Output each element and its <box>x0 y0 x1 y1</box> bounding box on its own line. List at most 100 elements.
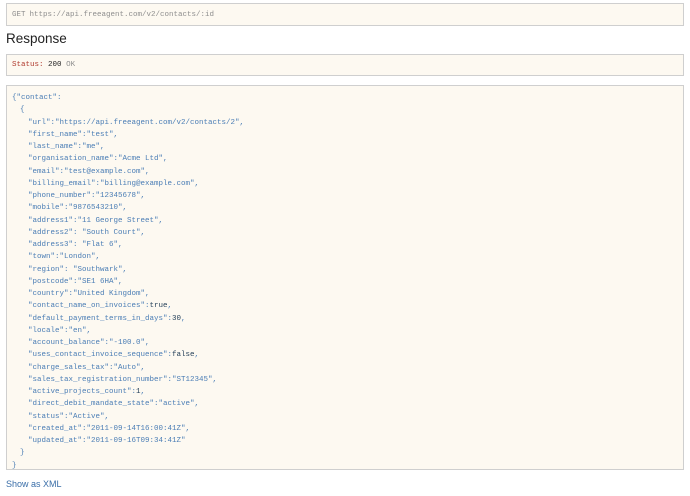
json-comma: , <box>140 192 146 200</box>
json-field-line: "updated_at":"2011-09-16T09:34:41Z" <box>12 435 244 447</box>
json-field-line: "postcode":"SE1 6HA", <box>12 276 244 288</box>
json-value: "2011-09-16T09:34:41Z" <box>86 437 186 445</box>
json-field-line: "address2": "South Court", <box>12 227 244 239</box>
json-key: "organisation_name": <box>28 155 119 164</box>
json-value: "South Court" <box>82 228 141 237</box>
json-value: "9876543210" <box>68 204 123 213</box>
json-field-line: "email":"test@example.com", <box>12 166 244 178</box>
json-value: "https://api.freeagent.com/v2/contacts/2… <box>55 118 240 127</box>
json-comma: , <box>122 265 128 274</box>
json-field-line: "region": "Southwark", <box>12 264 244 276</box>
json-key: "region": <box>28 265 74 274</box>
json-open-brace: { <box>20 106 25 115</box>
json-value: "11 George Street" <box>77 216 159 225</box>
json-field-line: "active_projects_count":1, <box>12 386 244 398</box>
json-field-line: "created_at":"2011-09-14T16:00:41Z", <box>12 423 244 435</box>
json-comma: , <box>118 277 123 286</box>
json-key: "sales_tax_registration_number": <box>28 375 173 384</box>
json-comma: , <box>239 118 245 127</box>
json-key: "mobile": <box>28 204 69 213</box>
json-comma: , <box>194 351 200 360</box>
json-value: "test" <box>86 130 114 139</box>
json-value: "Southwark" <box>73 265 123 274</box>
json-field-line: "organisation_name":"Acme Ltd", <box>12 153 244 165</box>
json-field-line: "url":"https://api.freeagent.com/v2/cont… <box>12 117 244 129</box>
json-key: "email": <box>28 167 65 176</box>
json-key: "direct_debit_mandate_state": <box>28 400 159 409</box>
json-field-line: "billing_email":"billing@example.com", <box>12 178 244 190</box>
json-value: "London" <box>59 253 96 262</box>
status-code: 200 <box>48 61 62 69</box>
json-field-line: "uses_contact_invoice_sequence":false, <box>12 349 244 361</box>
json-key: "locale": <box>28 326 69 335</box>
json-field-line: "town":"London", <box>12 251 244 263</box>
json-key: "contact_name_on_invoices": <box>28 302 150 311</box>
json-key: "charge_sales_tax": <box>28 363 114 372</box>
json-value: true <box>149 302 168 311</box>
json-comma: , <box>158 216 164 225</box>
status-label: Status: <box>12 61 44 69</box>
json-comma: , <box>104 412 110 421</box>
json-comma: , <box>194 400 200 409</box>
json-key: "status": <box>28 412 69 421</box>
json-comma: , <box>185 424 191 433</box>
json-comma: , <box>167 302 173 311</box>
json-key: "account_balance": <box>28 339 110 347</box>
json-comma: , <box>122 204 128 213</box>
json-value: "2011-09-14T16:00:41Z" <box>86 424 186 433</box>
json-comma: , <box>145 167 150 176</box>
json-comma: , <box>118 241 123 249</box>
json-comma: , <box>140 363 146 372</box>
json-comma: , <box>100 143 105 151</box>
json-key: "first_name": <box>28 130 87 139</box>
json-field-line: "phone_number":"12345678", <box>12 190 244 202</box>
json-field-line: "mobile":"9876543210", <box>12 202 244 214</box>
json-comma: , <box>194 179 200 188</box>
json-field-line: "account_balance":"-100.0", <box>12 337 244 349</box>
json-field-line: "last_name":"me", <box>12 141 244 153</box>
json-value: 30 <box>172 314 182 323</box>
json-value: "Active" <box>68 412 105 421</box>
request-line: GET https://api.freeagent.com/v2/contacts… <box>12 11 214 19</box>
json-comma: , <box>181 314 186 323</box>
json-field-line: "charge_sales_tax":"Auto", <box>12 362 244 374</box>
status-line: Status: 200 OK <box>12 61 75 69</box>
json-comma: , <box>113 130 119 139</box>
json-comma: , <box>145 339 150 347</box>
json-key: "address1": <box>28 216 78 225</box>
json-key: "address2": <box>28 228 83 237</box>
json-value: "test@example.com" <box>64 167 146 176</box>
json-body: {"contact": { "url":"https://api.freeage… <box>12 92 244 472</box>
json-field-line: "default_payment_terms_in_days":30, <box>12 313 244 325</box>
request-method: GET <box>12 11 26 19</box>
json-value: "Flat 6" <box>82 241 119 249</box>
json-value: "en" <box>68 326 87 335</box>
status-text: OK <box>66 61 76 69</box>
json-key: "default_payment_terms_in_days": <box>28 314 173 323</box>
json-key: "address3": <box>28 241 83 249</box>
json-value: "active" <box>158 400 195 409</box>
json-key: "postcode": <box>28 277 78 286</box>
status-box: Status: 200 OK <box>6 54 684 76</box>
json-comma: , <box>212 375 218 384</box>
json-value: "billing@example.com" <box>100 179 195 188</box>
json-key: "phone_number": <box>28 192 96 200</box>
json-field-line: "status":"Active", <box>12 411 244 423</box>
json-key: "uses_contact_invoice_sequence": <box>28 351 173 360</box>
json-open-line: {"contact": <box>12 94 62 102</box>
json-value: "me" <box>82 143 101 151</box>
json-key: "billing_email": <box>28 179 101 188</box>
json-fields: "url":"https://api.freeagent.com/v2/cont… <box>12 117 244 448</box>
json-key: "town": <box>28 253 60 262</box>
json-field-line: "country":"United Kingdom", <box>12 288 244 300</box>
json-key: "url": <box>28 118 56 127</box>
json-value: "12345678" <box>95 192 141 200</box>
show-as-xml-link[interactable]: Show as XML <box>6 479 62 489</box>
json-value: "-100.0" <box>109 339 146 347</box>
json-close-brace: } <box>20 449 25 458</box>
json-value: false <box>172 351 195 360</box>
request-box: GET https://api.freeagent.com/v2/contacts… <box>6 3 684 26</box>
response-heading: Response <box>6 31 67 46</box>
json-close-line: } <box>12 461 17 470</box>
json-key: "last_name": <box>28 143 83 151</box>
